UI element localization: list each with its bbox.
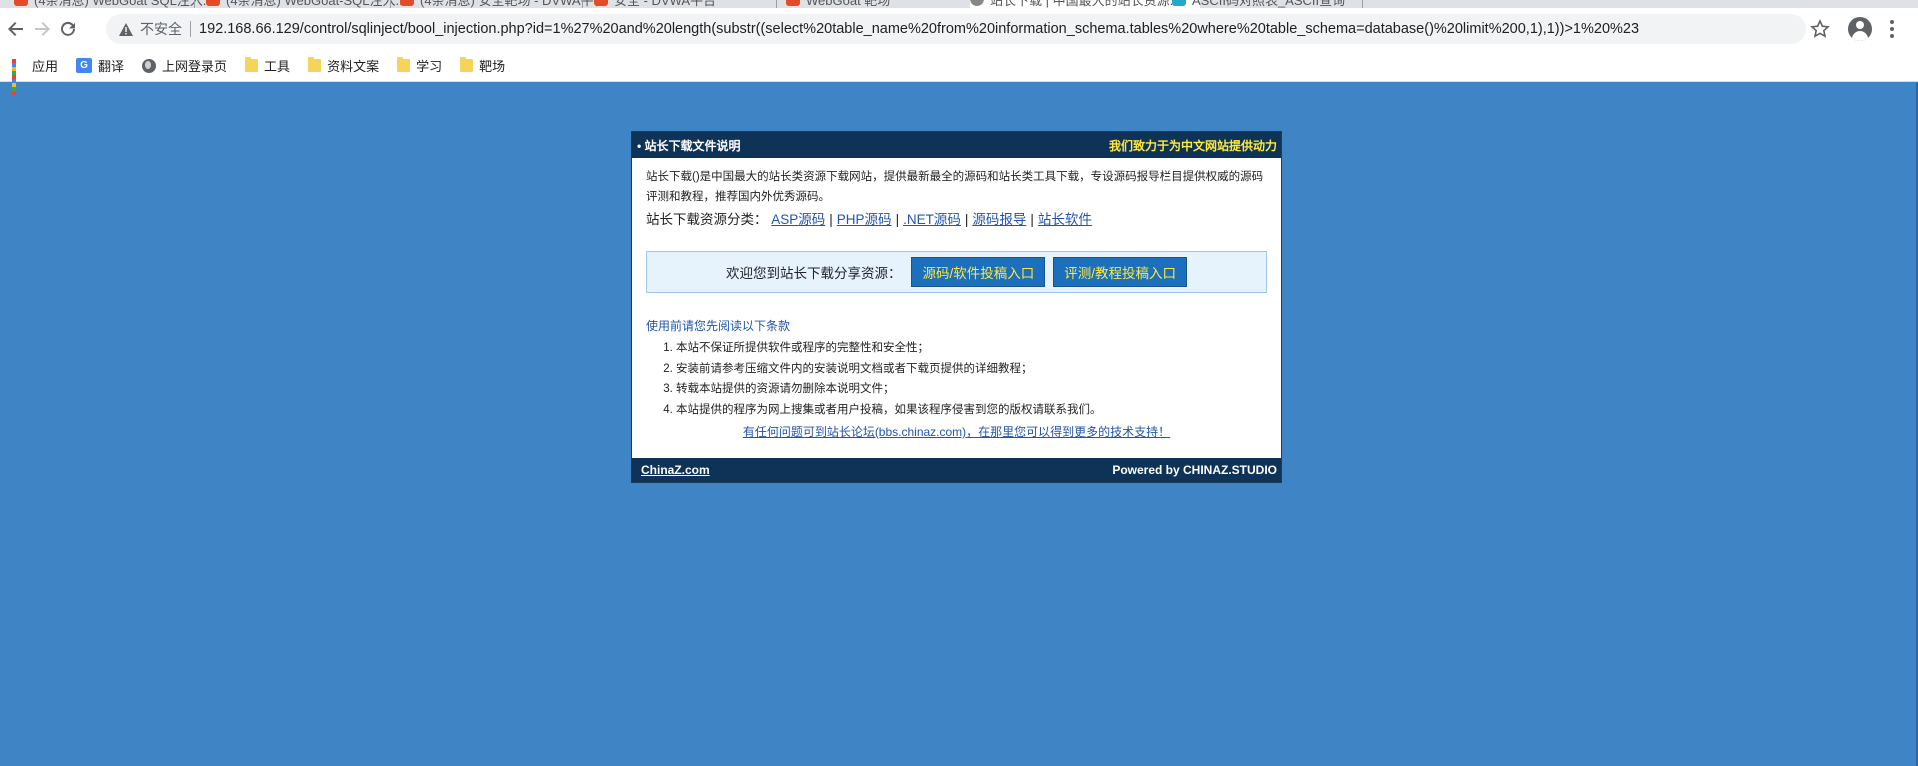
submit-tutorial-button[interactable]: 评测/教程投稿入口 — [1053, 257, 1188, 287]
bookmark-folder-range[interactable]: 靶场 — [460, 56, 505, 75]
download-notice-panel: • 站长下载文件说明 我们致力于为中文网站提供动力 站长下载()是中国最大的站长… — [631, 131, 1282, 483]
loading-favicon-icon — [970, 0, 984, 6]
browser-menu-button[interactable] — [1888, 18, 1896, 40]
category-link-software[interactable]: 站长软件 — [1038, 212, 1092, 227]
csdn-favicon-icon — [594, 0, 608, 6]
forum-help-link[interactable]: 有任何问题可到站长论坛(bbs.chinaz.com)，在那里您可以得到更多的技… — [743, 425, 1170, 439]
bookmark-login-page[interactable]: 上网登录页 — [142, 56, 227, 75]
warning-icon — [118, 21, 134, 37]
panel-title: • 站长下载文件说明 — [637, 138, 741, 153]
csdn-favicon-icon — [206, 0, 220, 6]
bookmarks-bar: 应用 G 翻译 上网登录页 工具 资料文案 学习 靶场 — [0, 50, 1918, 95]
tab-separator — [390, 0, 391, 8]
bookmark-translate[interactable]: G 翻译 — [76, 56, 124, 75]
bookmark-folder-study[interactable]: 学习 — [397, 56, 442, 75]
terms-item: 转载本站提供的资源请勿删除本说明文件； — [676, 379, 1267, 400]
folder-icon — [245, 57, 259, 72]
category-separator: | — [829, 212, 833, 227]
webgoat-favicon-icon — [786, 0, 800, 6]
folder-icon — [460, 57, 474, 72]
category-link-asp[interactable]: ASP源码 — [771, 212, 825, 227]
reload-button[interactable] — [55, 16, 81, 42]
tab-separator — [1362, 0, 1363, 8]
browser-tab[interactable]: ASCII码对照表_ASCII查询 — [1172, 0, 1402, 8]
category-links: 站长下载资源分类： ASP源码 | PHP源码 | .NET源码 | 源码报导 | 站长软件 — [646, 209, 1267, 231]
globe-icon — [142, 58, 157, 73]
share-resources-box: 欢迎您到站长下载分享资源： 源码/软件投稿入口 评测/教程投稿入口 — [646, 251, 1267, 293]
dot — [1890, 20, 1894, 24]
divider — [190, 21, 191, 37]
terms-item: 本站提供的程序为网上搜集或者用户投稿，如果该程序侵害到您的版权请联系我们。 — [676, 400, 1267, 421]
reload-icon — [61, 21, 75, 36]
apps-icon — [12, 58, 26, 95]
tab-separator — [194, 0, 195, 8]
translate-icon: G — [76, 58, 93, 73]
tab-separator — [776, 0, 777, 8]
chinaz-home-link[interactable]: ChinaZ.com — [641, 463, 710, 477]
category-link-dotnet[interactable]: .NET源码 — [903, 212, 961, 227]
dot — [1890, 27, 1894, 31]
panel-footer: ChinaZ.com Powered by CHINAZ.STUDIO — [632, 458, 1281, 482]
tab-strip: (4条消息) WebGoat SQL注入... (4条消息) WebGoat-S… — [0, 0, 1918, 8]
share-label: 欢迎您到站长下载分享资源： — [725, 266, 902, 281]
star-icon — [1810, 19, 1830, 38]
bookmark-folder-tools[interactable]: 工具 — [245, 56, 290, 75]
arrow-left-icon — [8, 22, 23, 36]
bookmark-star-button[interactable] — [1810, 19, 1830, 39]
bookmark-folder-docs[interactable]: 资料文案 — [308, 56, 379, 75]
terms-list: 本站不保证所提供软件或程序的完整性和安全性； 安装前请参考压缩文件内的安装说明文… — [676, 338, 1267, 420]
folder-icon — [397, 57, 411, 72]
bookmark-apps[interactable]: 应用 — [12, 56, 58, 95]
category-separator: | — [1030, 212, 1034, 227]
category-separator: | — [964, 212, 969, 227]
browser-toolbar: 不安全 192.168.66.129/control/sqlinject/boo… — [0, 8, 1918, 50]
powered-by-label: Powered by CHINAZ.STUDIO — [1112, 463, 1277, 477]
categories-label: 站长下载资源分类： — [646, 212, 768, 227]
help-line: 有任何问题可到站长论坛(bbs.chinaz.com)，在那里您可以得到更多的技… — [646, 423, 1267, 440]
csdn-favicon-icon — [400, 0, 414, 6]
panel-slogan: 我们致力于为中文网站提供动力 — [1108, 138, 1277, 153]
terms-item: 安装前请参考压缩文件内的安装说明文档或者下载页提供的详细教程； — [676, 359, 1267, 380]
terms-item: 本站不保证所提供软件或程序的完整性和安全性； — [676, 338, 1267, 359]
dot — [1890, 34, 1894, 38]
category-link-news[interactable]: 源码报导 — [972, 212, 1026, 227]
back-button[interactable] — [3, 16, 29, 42]
browser-tab-active[interactable]: 站长下载 | 中国最大的站长资源... — [970, 0, 1200, 8]
category-separator: | — [895, 212, 900, 227]
tab-separator — [582, 0, 583, 8]
panel-body: 站长下载()是中国最大的站长类资源下载网站，提供最新最全的源码和站长类工具下载，… — [632, 158, 1281, 440]
arrow-right-icon — [35, 22, 50, 36]
folder-icon — [308, 57, 322, 72]
forward-button[interactable] — [29, 16, 55, 42]
address-bar[interactable]: 不安全 192.168.66.129/control/sqlinject/boo… — [106, 14, 1806, 44]
profile-avatar-button[interactable] — [1848, 17, 1872, 41]
csdn-favicon-icon — [14, 0, 28, 6]
submit-software-button[interactable]: 源码/软件投稿入口 — [911, 257, 1046, 287]
panel-header: • 站长下载文件说明 我们致力于为中文网站提供动力 — [632, 132, 1281, 158]
url-text[interactable]: 192.168.66.129/control/sqlinject/bool_in… — [199, 21, 1639, 37]
terms-heading: 使用前请您先阅读以下条款 — [646, 319, 791, 333]
site-description: 站长下载()是中国最大的站长类资源下载网站，提供最新最全的源码和站长类工具下载，… — [646, 171, 1264, 203]
category-link-php[interactable]: PHP源码 — [837, 212, 892, 227]
security-status-label[interactable]: 不安全 — [140, 19, 182, 39]
ascii-favicon-icon — [1172, 0, 1186, 6]
